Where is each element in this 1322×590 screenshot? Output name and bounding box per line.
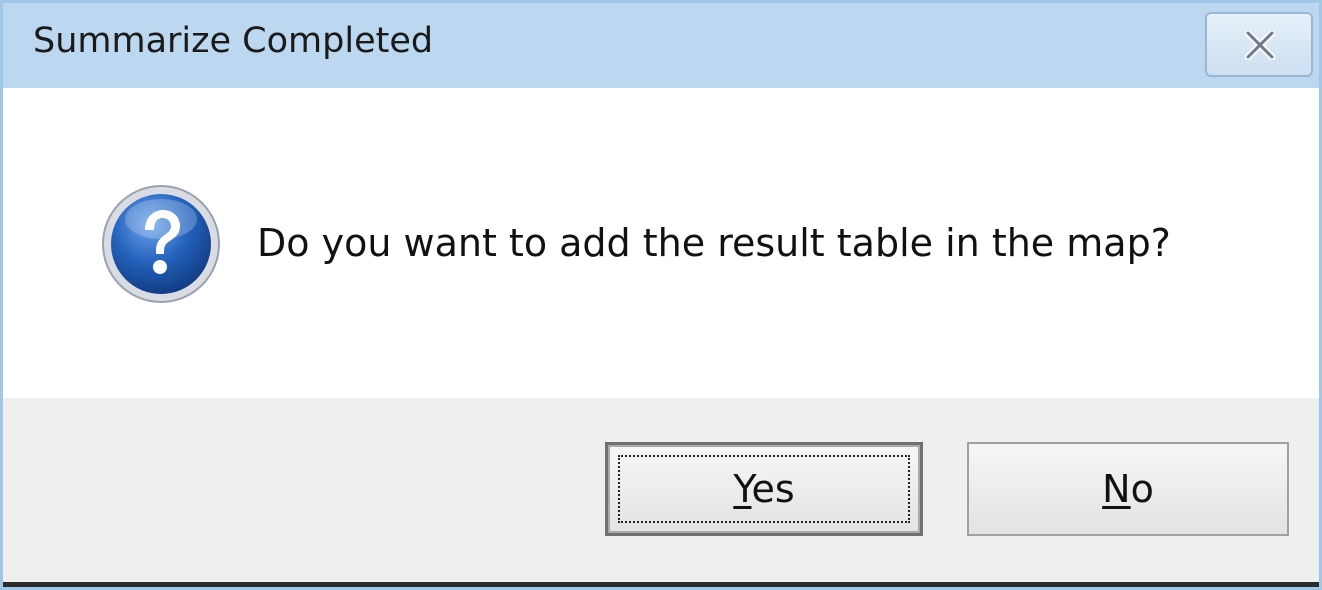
yes-button-label: Yes [733,467,795,511]
question-icon [102,185,220,303]
dialog-window: Summarize Completed Do you want to add t… [0,0,1322,590]
yes-button[interactable]: Yes [605,442,923,536]
window-title: Summarize Completed [33,21,434,61]
dialog-message: Do you want to add the result table in t… [257,221,1171,265]
close-button[interactable] [1205,12,1313,77]
close-icon [1245,30,1275,60]
no-button-label: No [1102,467,1154,511]
no-button[interactable]: No [967,442,1289,536]
button-bar: Yes No [3,398,1319,582]
window-bottom-border [3,582,1319,587]
title-bar[interactable]: Summarize Completed [3,3,1319,88]
dialog-body: Do you want to add the result table in t… [3,88,1319,398]
